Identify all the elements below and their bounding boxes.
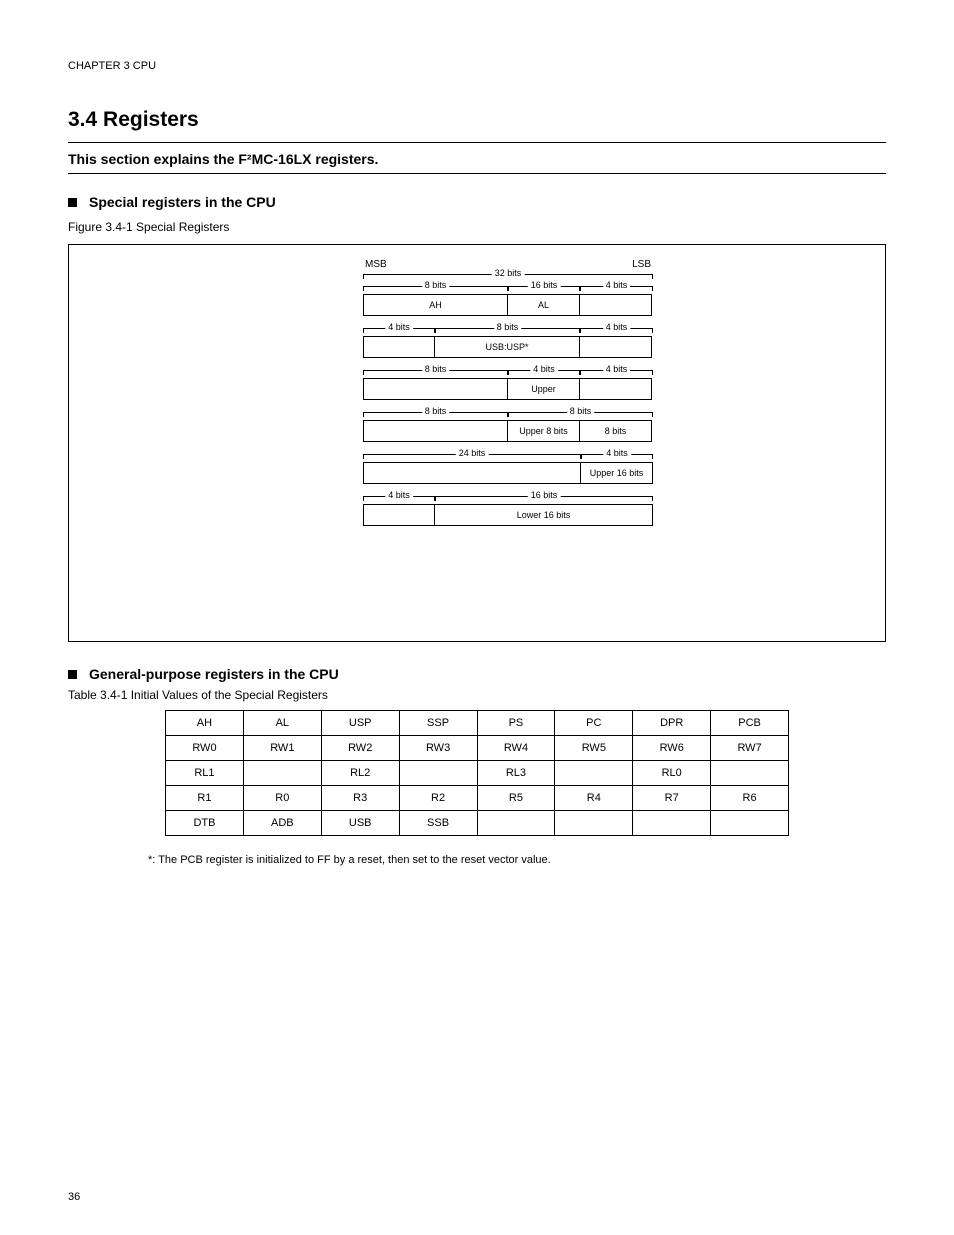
reg-cell [580,294,652,316]
brace-r6-b: 16 bits [528,490,561,500]
td [633,811,711,836]
reg-cell [363,462,581,484]
th: DPR [633,711,711,736]
reg-cell: Upper [508,378,580,400]
td: RW6 [633,736,711,761]
register-table: AH AL USP SSP PS PC DPR PCB RW0 RW1 RW2 … [165,710,789,836]
brace-r4-a: 8 bits [422,406,450,416]
reg-cell: 8 bits [580,420,652,442]
td: RW0 [166,736,244,761]
th: SSP [399,711,477,736]
td: R3 [321,786,399,811]
td: R0 [243,786,321,811]
td: SSB [399,811,477,836]
brace-32: 32 bits [492,268,525,278]
td: R6 [711,786,789,811]
reg-cell [580,336,652,358]
heading-general-registers: General-purpose registers in the CPU [68,666,886,682]
table-row: R1 R0 R3 R2 R5 R4 R7 R6 [166,786,789,811]
td: R1 [166,786,244,811]
td [243,761,321,786]
footnote: *: The PCB register is initialized to FF… [148,854,886,866]
td [711,811,789,836]
table-row: DTB ADB USB SSB [166,811,789,836]
brace-r1-b: 16 bits [528,280,561,290]
table-header-row: AH AL USP SSP PS PC DPR PCB [166,711,789,736]
reg-cell [580,378,652,400]
brace-r2-b: 8 bits [494,322,522,332]
th: USP [321,711,399,736]
reg-cell: USB:USP* [435,336,580,358]
td: RW4 [477,736,555,761]
th: AL [243,711,321,736]
reg-cell: AH [363,294,508,316]
td: RW7 [711,736,789,761]
reg-cell: Lower 16 bits [435,504,653,526]
brace-r2-a: 4 bits [385,322,413,332]
td: RL1 [166,761,244,786]
brace-r3-b: 4 bits [530,364,558,374]
td [477,811,555,836]
square-bullet-icon [68,198,77,207]
td: DTB [166,811,244,836]
td: RW5 [555,736,633,761]
reg-cell [363,378,508,400]
brace-r3-c: 4 bits [603,364,631,374]
reg-cell: Upper 8 bits [508,420,580,442]
reg-cell [363,504,435,526]
table-row: RL1 RL2 RL3 RL0 [166,761,789,786]
td: RW3 [399,736,477,761]
divider-thick [68,142,886,143]
td: USB [321,811,399,836]
brace-r3-a: 8 bits [422,364,450,374]
chapter-tag: CHAPTER 3 CPU [68,60,886,72]
brace-r5-a: 24 bits [456,448,489,458]
table-row: RW0 RW1 RW2 RW3 RW4 RW5 RW6 RW7 [166,736,789,761]
td: R7 [633,786,711,811]
reg-cell: AL [508,294,580,316]
brace-r1-a: 8 bits [422,280,450,290]
td: R5 [477,786,555,811]
td: R4 [555,786,633,811]
td: R2 [399,786,477,811]
brace-r2-c: 4 bits [603,322,631,332]
brace-r6-a: 4 bits [385,490,413,500]
heading-text: Special registers in the CPU [89,194,276,210]
brace-r1-c: 4 bits [603,280,631,290]
figure-caption: Figure 3.4-1 Special Registers [68,220,886,234]
th: AH [166,711,244,736]
brace-r5-b: 4 bits [603,448,631,458]
heading-text: General-purpose registers in the CPU [89,666,339,682]
td: RW2 [321,736,399,761]
th: PCB [711,711,789,736]
td: RW1 [243,736,321,761]
reg-cell: Upper 16 bits [581,462,653,484]
reg-cell [363,420,508,442]
section-title: 3.4 Registers [68,108,886,132]
lsb-label: LSB [632,259,651,270]
brace-r4-b: 8 bits [567,406,595,416]
divider-thin [68,173,886,174]
td [711,761,789,786]
heading-special-registers: Special registers in the CPU [68,194,886,210]
page-number: 36 [68,1191,80,1203]
th: PC [555,711,633,736]
th: PS [477,711,555,736]
td [555,761,633,786]
td [555,811,633,836]
td: RL2 [321,761,399,786]
td: RL3 [477,761,555,786]
square-bullet-icon [68,670,77,679]
td: RL0 [633,761,711,786]
section-subtitle: This section explains the F²MC-16LX regi… [68,151,886,167]
figure-3-4-1: MSB LSB 32 bits 8 bits 16 bits 4 bits [68,244,886,642]
td [399,761,477,786]
table-caption: Table 3.4-1 Initial Values of the Specia… [68,688,886,702]
td: ADB [243,811,321,836]
reg-cell [363,336,435,358]
msb-label: MSB [365,259,387,270]
